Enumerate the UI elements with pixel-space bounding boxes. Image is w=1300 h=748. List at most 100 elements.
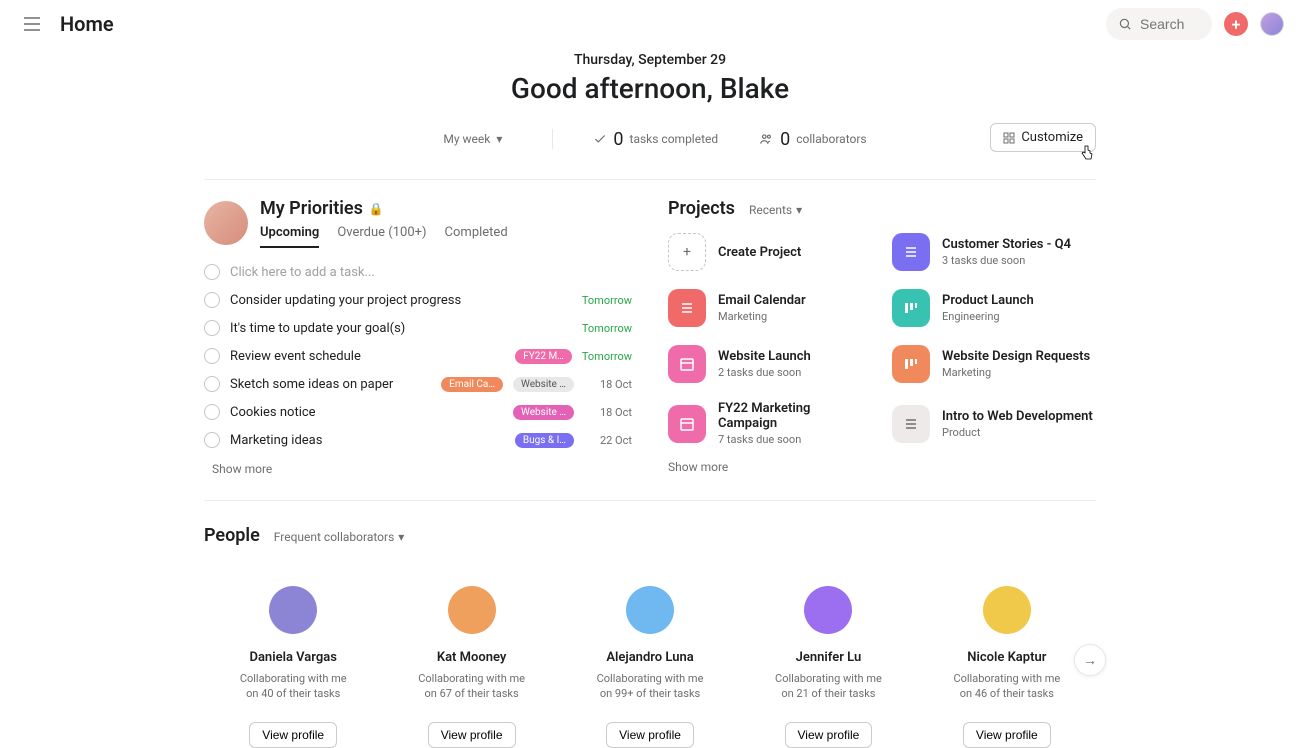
task-check[interactable] <box>204 404 220 420</box>
search-icon <box>1118 17 1132 31</box>
project-item[interactable]: Intro to Web Development Product <box>892 401 1096 446</box>
people-next-button[interactable]: → <box>1074 644 1106 676</box>
people-filter[interactable]: Frequent collaborators ▾ <box>274 530 405 544</box>
task-row[interactable]: Review event schedule FY22 M… Tomorrow <box>204 342 632 370</box>
task-row[interactable]: Consider updating your project progressT… <box>204 286 632 314</box>
check-icon <box>593 132 607 146</box>
search-input[interactable] <box>1140 16 1200 32</box>
project-item[interactable]: Website Launch2 tasks due soon <box>668 345 872 383</box>
task-check[interactable] <box>204 432 220 448</box>
tasks-completed-label: tasks completed <box>630 132 719 146</box>
person-avatar[interactable] <box>448 586 496 634</box>
tab-upcoming[interactable]: Upcoming <box>260 225 319 248</box>
person-card: Nicole KapturCollaborating with meon 46 … <box>918 586 1096 748</box>
priorities-tabs: Upcoming Overdue (100+) Completed <box>260 225 508 248</box>
project-item[interactable]: FY22 Marketing Campaign7 tasks due soon <box>668 401 872 446</box>
stat-tasks-completed: 0 tasks completed <box>593 129 718 150</box>
task-check[interactable] <box>204 348 220 364</box>
projects-title: Projects <box>668 198 735 219</box>
project-icon <box>892 405 930 443</box>
view-profile-button[interactable]: View profile <box>785 722 873 748</box>
person-sub: Collaborating with meon 67 of their task… <box>418 671 525 702</box>
add-task-row[interactable]: Click here to add a task... <box>204 258 632 286</box>
priorities-panel: My Priorities 🔒 Upcoming Overdue (100+) … <box>204 180 632 476</box>
project-subtext: Marketing <box>718 310 806 323</box>
project-item[interactable]: Website Design RequestsMarketing <box>892 345 1096 383</box>
project-icon <box>668 405 706 443</box>
page-title: Home <box>60 12 114 36</box>
priorities-show-more[interactable]: Show more <box>204 462 632 476</box>
task-due: 18 Oct <box>584 378 632 391</box>
project-icon <box>668 289 706 327</box>
view-profile-button[interactable]: View profile <box>428 722 516 748</box>
project-item[interactable]: Email CalendarMarketing <box>668 289 872 327</box>
task-name: Review event schedule <box>230 349 505 364</box>
projects-filter[interactable]: Recents ▾ <box>749 203 802 217</box>
person-name: Daniela Vargas <box>249 650 336 665</box>
view-profile-button[interactable]: View profile <box>606 722 694 748</box>
task-tag[interactable]: Website … <box>513 405 574 420</box>
task-row[interactable]: Marketing ideasBugs & I…22 Oct <box>204 426 632 454</box>
divider <box>204 500 1096 501</box>
task-due: Tomorrow <box>582 322 632 335</box>
project-subtext: Marketing <box>942 366 1090 379</box>
topbar: Home + <box>0 0 1300 48</box>
task-check[interactable] <box>204 264 220 280</box>
search-box[interactable] <box>1106 8 1212 40</box>
tab-completed[interactable]: Completed <box>445 225 508 248</box>
person-avatar[interactable] <box>804 586 852 634</box>
people-filter-label: Frequent collaborators <box>274 530 394 544</box>
project-name: FY22 Marketing Campaign <box>718 401 872 431</box>
person-card: Jennifer LuCollaborating with meon 21 of… <box>739 586 917 748</box>
people-icon <box>758 132 774 146</box>
view-profile-button[interactable]: View profile <box>249 722 337 748</box>
person-avatar[interactable] <box>269 586 317 634</box>
collaborators-count: 0 <box>780 129 790 150</box>
task-name: Consider updating your project progress <box>230 293 572 308</box>
task-check[interactable] <box>204 292 220 308</box>
people-panel: People Frequent collaborators ▾ Daniela … <box>204 525 1096 748</box>
greeting: Good afternoon, Blake <box>0 72 1300 105</box>
task-name: Sketch some ideas on paper <box>230 377 431 392</box>
projects-show-more[interactable]: Show more <box>668 460 1096 474</box>
menu-toggle[interactable] <box>16 8 48 40</box>
task-tag[interactable]: FY22 M… <box>515 349 572 364</box>
person-name: Jennifer Lu <box>796 650 862 665</box>
person-card: Daniela VargasCollaborating with meon 40… <box>204 586 382 748</box>
task-tag[interactable]: Email Ca… <box>441 377 503 392</box>
priorities-title: My Priorities <box>260 198 363 219</box>
project-name: Website Launch <box>718 349 811 364</box>
hero: Thursday, September 29 Good afternoon, B… <box>0 52 1300 155</box>
plus-icon: + <box>1232 15 1241 34</box>
chevron-down-icon: ▾ <box>496 132 502 146</box>
task-check[interactable] <box>204 320 220 336</box>
project-name: Intro to Web Development <box>942 409 1093 424</box>
project-icon <box>892 345 930 383</box>
person-avatar[interactable] <box>626 586 674 634</box>
task-check[interactable] <box>204 376 220 392</box>
task-due: Tomorrow <box>582 350 632 363</box>
task-row[interactable]: Cookies noticeWebsite …18 Oct <box>204 398 632 426</box>
customize-label: Customize <box>1021 130 1083 145</box>
time-filter-label: My week <box>443 132 490 146</box>
create-project[interactable]: +Create Project <box>668 233 872 271</box>
hamburger-icon <box>23 17 41 31</box>
project-subtext: Product <box>942 426 1093 439</box>
tab-overdue[interactable]: Overdue (100+) <box>337 225 426 248</box>
stats-row: My week ▾ 0 tasks completed 0 collaborat… <box>0 123 1300 155</box>
person-card: Alejandro LunaCollaborating with meon 99… <box>561 586 739 748</box>
task-row[interactable]: It's time to update your goal(s)Tomorrow <box>204 314 632 342</box>
user-avatar-medium <box>204 201 248 245</box>
view-profile-button[interactable]: View profile <box>963 722 1051 748</box>
global-add-button[interactable]: + <box>1224 12 1248 36</box>
task-tag[interactable]: Website … <box>513 377 574 392</box>
task-row[interactable]: Sketch some ideas on paper Email Ca… Websi… <box>204 370 632 398</box>
task-tag[interactable]: Bugs & I… <box>515 433 574 448</box>
person-avatar[interactable] <box>983 586 1031 634</box>
project-item[interactable]: Customer Stories - Q43 tasks due soon <box>892 233 1096 271</box>
projects-panel: Projects Recents ▾ +Create Project Custom… <box>668 180 1096 476</box>
customize-button[interactable]: Customize <box>990 123 1096 152</box>
time-filter[interactable]: My week ▾ <box>433 128 512 150</box>
project-item[interactable]: Product LaunchEngineering <box>892 289 1096 327</box>
user-avatar[interactable] <box>1260 12 1284 36</box>
